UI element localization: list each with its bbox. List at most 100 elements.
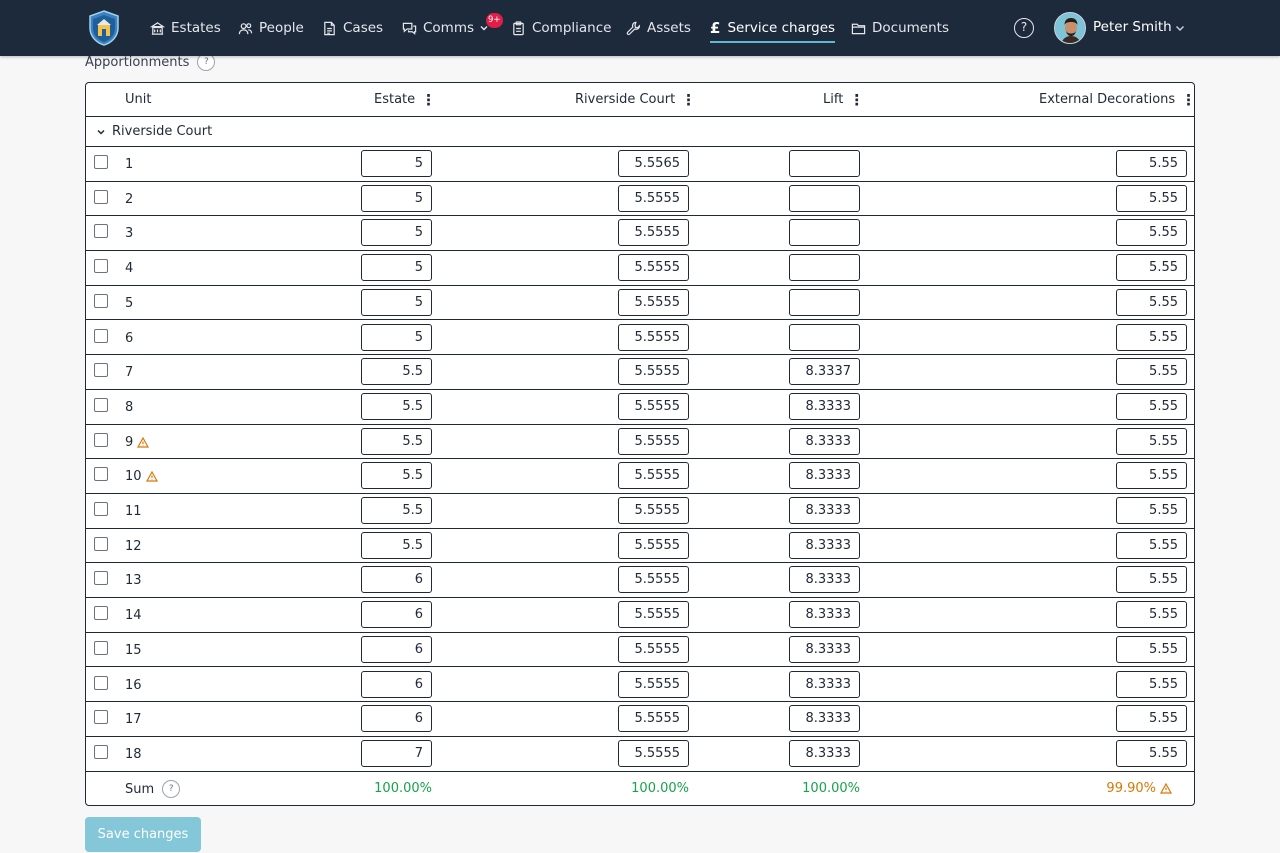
- nav-assets[interactable]: Assets: [626, 17, 691, 39]
- lift-input[interactable]: 8.3333: [789, 601, 860, 629]
- estate-input[interactable]: 6: [361, 635, 432, 663]
- row-checkbox[interactable]: [94, 189, 108, 204]
- row-checkbox[interactable]: [94, 710, 108, 725]
- riverside-court-input[interactable]: 5.5555: [618, 635, 689, 663]
- row-checkbox[interactable]: [94, 293, 108, 308]
- user-name[interactable]: Peter Smith: [1093, 19, 1172, 35]
- riverside-court-input[interactable]: 5.5565: [618, 150, 689, 177]
- help-icon[interactable]: ?: [162, 780, 181, 798]
- riverside-court-input[interactable]: 5.5555: [618, 739, 689, 767]
- lift-input[interactable]: [789, 288, 860, 316]
- row-checkbox[interactable]: [94, 259, 108, 274]
- estate-input[interactable]: 5.5: [361, 427, 432, 455]
- riverside-court-input[interactable]: 5.5555: [618, 462, 689, 490]
- nav-cases[interactable]: Cases: [322, 17, 383, 39]
- external-decorations-input[interactable]: 5.55: [1116, 670, 1187, 698]
- row-checkbox[interactable]: [94, 640, 108, 655]
- estate-input[interactable]: 5: [361, 150, 432, 177]
- column-menu-icon[interactable]: ⋮: [1181, 92, 1194, 107]
- nav-documents[interactable]: Documents: [851, 17, 949, 39]
- estate-input[interactable]: 5.5: [361, 497, 432, 524]
- external-decorations-input[interactable]: 5.55: [1116, 705, 1187, 733]
- riverside-court-input[interactable]: 5.5555: [618, 392, 689, 420]
- lift-input[interactable]: [789, 184, 860, 212]
- riverside-court-input[interactable]: 5.5555: [618, 254, 689, 282]
- riverside-court-input[interactable]: 5.5555: [618, 219, 689, 247]
- external-decorations-input[interactable]: 5.55: [1116, 601, 1187, 629]
- lift-input[interactable]: [789, 323, 860, 351]
- column-menu-icon[interactable]: ⋮: [421, 92, 436, 107]
- external-decorations-input[interactable]: 5.55: [1116, 358, 1187, 386]
- lift-input[interactable]: 8.3333: [789, 427, 860, 455]
- lift-input[interactable]: 8.3333: [789, 635, 860, 663]
- user-avatar[interactable]: [1054, 12, 1086, 44]
- column-menu-icon[interactable]: ⋮: [681, 92, 696, 107]
- external-decorations-input[interactable]: 5.55: [1116, 566, 1187, 594]
- external-decorations-input[interactable]: 5.55: [1116, 184, 1187, 212]
- estate-input[interactable]: 6: [361, 601, 432, 629]
- lift-input[interactable]: 8.3333: [789, 670, 860, 698]
- lift-input[interactable]: 8.3333: [789, 392, 860, 420]
- riverside-court-input[interactable]: 5.5555: [618, 427, 689, 455]
- row-checkbox[interactable]: [94, 536, 108, 551]
- lift-input[interactable]: 8.3333: [789, 497, 860, 524]
- lift-input[interactable]: [789, 254, 860, 282]
- row-checkbox[interactable]: [94, 224, 108, 239]
- estate-input[interactable]: 7: [361, 739, 432, 767]
- row-checkbox[interactable]: [94, 397, 108, 412]
- estate-input[interactable]: 5.5: [361, 462, 432, 490]
- external-decorations-input[interactable]: 5.55: [1116, 531, 1187, 559]
- estate-input[interactable]: 5.5: [361, 358, 432, 386]
- nav-estates[interactable]: Estates: [150, 17, 221, 39]
- external-decorations-input[interactable]: 5.55: [1116, 427, 1187, 455]
- nav-service-charges[interactable]: £ Service charges: [710, 17, 836, 43]
- nav-compliance[interactable]: Compliance: [511, 17, 611, 39]
- nav-comms[interactable]: Comms: [402, 17, 489, 39]
- row-checkbox[interactable]: [94, 363, 108, 378]
- row-checkbox[interactable]: [94, 744, 108, 759]
- riverside-court-input[interactable]: 5.5555: [618, 566, 689, 594]
- estate-input[interactable]: 5: [361, 184, 432, 212]
- external-decorations-input[interactable]: 5.55: [1116, 219, 1187, 247]
- lift-input[interactable]: 8.3333: [789, 462, 860, 490]
- estate-input[interactable]: 5: [361, 323, 432, 351]
- riverside-court-input[interactable]: 5.5555: [618, 323, 689, 351]
- external-decorations-input[interactable]: 5.55: [1116, 288, 1187, 316]
- external-decorations-input[interactable]: 5.55: [1116, 392, 1187, 420]
- row-checkbox[interactable]: [94, 502, 108, 516]
- lift-input[interactable]: 8.3333: [789, 531, 860, 559]
- external-decorations-input[interactable]: 5.55: [1116, 497, 1187, 524]
- row-checkbox[interactable]: [94, 155, 108, 169]
- row-checkbox[interactable]: [94, 328, 108, 343]
- estate-input[interactable]: 6: [361, 670, 432, 698]
- external-decorations-input[interactable]: 5.55: [1116, 323, 1187, 351]
- external-decorations-input[interactable]: 5.55: [1116, 254, 1187, 282]
- chevron-down-icon[interactable]: [1174, 22, 1186, 34]
- external-decorations-input[interactable]: 5.55: [1116, 150, 1187, 177]
- nav-people[interactable]: People: [238, 17, 304, 39]
- estate-input[interactable]: 5.5: [361, 531, 432, 559]
- lift-input[interactable]: [789, 219, 860, 247]
- external-decorations-input[interactable]: 5.55: [1116, 462, 1187, 490]
- row-checkbox[interactable]: [94, 571, 108, 586]
- lift-input[interactable]: 8.3337: [789, 358, 860, 386]
- lift-input[interactable]: [789, 150, 860, 177]
- row-checkbox[interactable]: [94, 432, 108, 447]
- group-toggle[interactable]: Riverside Court: [96, 124, 212, 139]
- lift-input[interactable]: 8.3333: [789, 739, 860, 767]
- estate-input[interactable]: 6: [361, 566, 432, 594]
- riverside-court-input[interactable]: 5.5555: [618, 670, 689, 698]
- row-checkbox[interactable]: [94, 675, 108, 690]
- lift-input[interactable]: 8.3333: [789, 705, 860, 733]
- estate-input[interactable]: 5: [361, 254, 432, 282]
- external-decorations-input[interactable]: 5.55: [1116, 739, 1187, 767]
- estate-input[interactable]: 5: [361, 219, 432, 247]
- riverside-court-input[interactable]: 5.5555: [618, 288, 689, 316]
- estate-input[interactable]: 5.5: [361, 392, 432, 420]
- row-checkbox[interactable]: [94, 467, 108, 482]
- app-logo[interactable]: [88, 10, 120, 46]
- help-icon[interactable]: ?: [1014, 18, 1034, 38]
- lift-input[interactable]: 8.3333: [789, 566, 860, 594]
- riverside-court-input[interactable]: 5.5555: [618, 358, 689, 386]
- row-checkbox[interactable]: [94, 606, 108, 621]
